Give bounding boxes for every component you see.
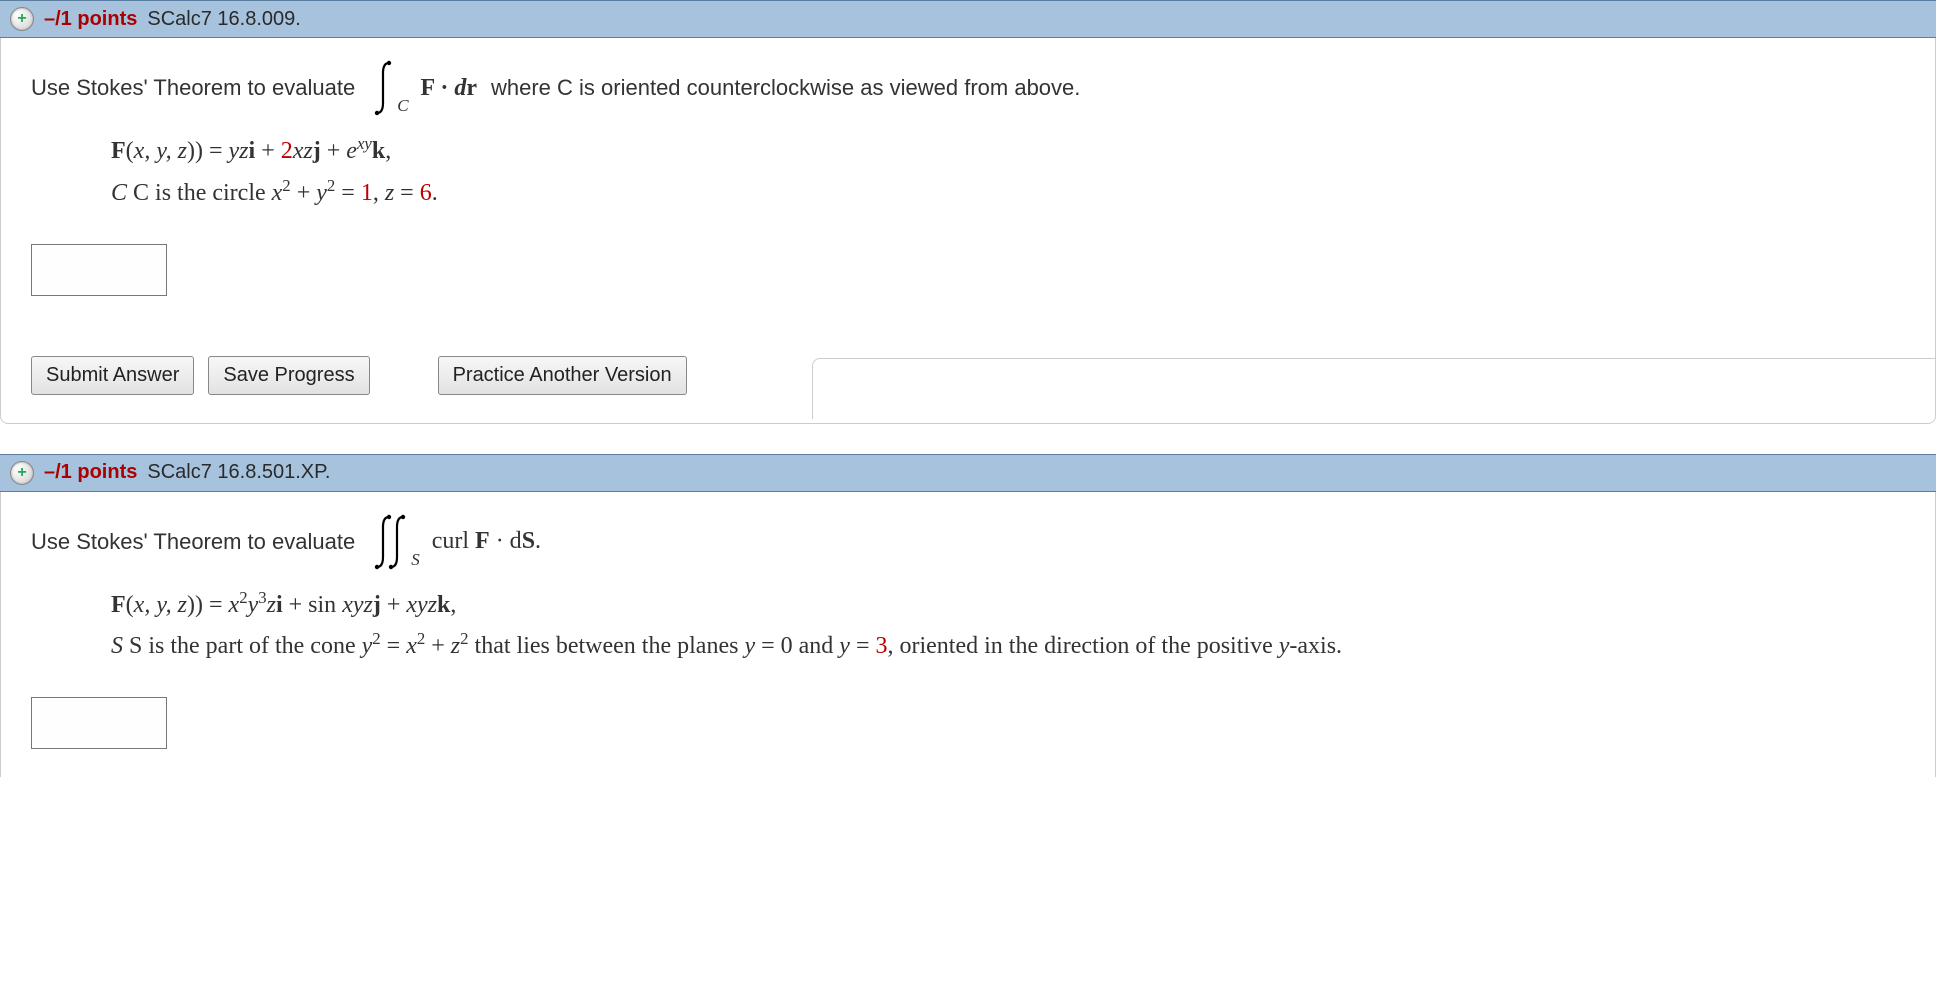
vector-field-line: F(x, y, z)) = x2y3zi + sin xyzj + xyzk, — [111, 584, 1905, 626]
question-prompt-1: Use Stokes' Theorem to evaluate C F · dr… — [31, 60, 1905, 116]
intro-tail: where C is oriented counterclockwise as … — [491, 75, 1080, 101]
integral-subscript: C — [397, 96, 408, 116]
question-body-1: Use Stokes' Theorem to evaluate C F · dr… — [0, 38, 1936, 424]
intro-text: Use Stokes' Theorem to evaluate — [31, 529, 355, 555]
expand-icon[interactable]: + — [10, 7, 34, 31]
integral-symbol: C — [367, 60, 408, 116]
integrand-text: curl F · dS. — [432, 528, 541, 555]
integrand-text: F · dr — [421, 75, 477, 102]
expand-icon[interactable]: + — [10, 461, 34, 485]
panel-divider — [812, 358, 1935, 419]
question-header-1: + –/1 points SCalc7 16.8.009. — [0, 0, 1936, 38]
question-header-2: + –/1 points SCalc7 16.8.501.XP. — [0, 454, 1936, 492]
question-body-2: Use Stokes' Theorem to evaluate S curl F… — [0, 492, 1936, 778]
problem-details-1: F(x, y, z)) = yzi + 2xzj + exyk, C C is … — [111, 130, 1905, 214]
submit-answer-button[interactable]: Submit Answer — [31, 356, 194, 395]
practice-another-button[interactable]: Practice Another Version — [438, 356, 687, 395]
intro-text: Use Stokes' Theorem to evaluate — [31, 75, 355, 101]
surface-line: S S is the part of the cone y2 = x2 + z2… — [111, 625, 1905, 667]
problem-details-2: F(x, y, z)) = x2y3zi + sin xyzj + xyzk, … — [111, 584, 1905, 668]
integral-subscript: S — [411, 550, 420, 570]
vector-field-line: F(x, y, z)) = yzi + 2xzj + exyk, — [111, 130, 1905, 172]
reference-label: SCalc7 16.8.009. — [147, 8, 300, 31]
answer-input-2[interactable] — [31, 697, 167, 749]
double-integral-symbol: S — [367, 514, 420, 570]
save-progress-button[interactable]: Save Progress — [208, 356, 369, 395]
points-label: –/1 points — [44, 461, 137, 484]
curve-line: C C is the circle x2 + y2 = 1, z = 6. — [111, 172, 1905, 214]
answer-input-1[interactable] — [31, 244, 167, 296]
reference-label: SCalc7 16.8.501.XP. — [147, 461, 330, 484]
question-prompt-2: Use Stokes' Theorem to evaluate S curl F… — [31, 514, 1905, 570]
points-label: –/1 points — [44, 8, 137, 31]
